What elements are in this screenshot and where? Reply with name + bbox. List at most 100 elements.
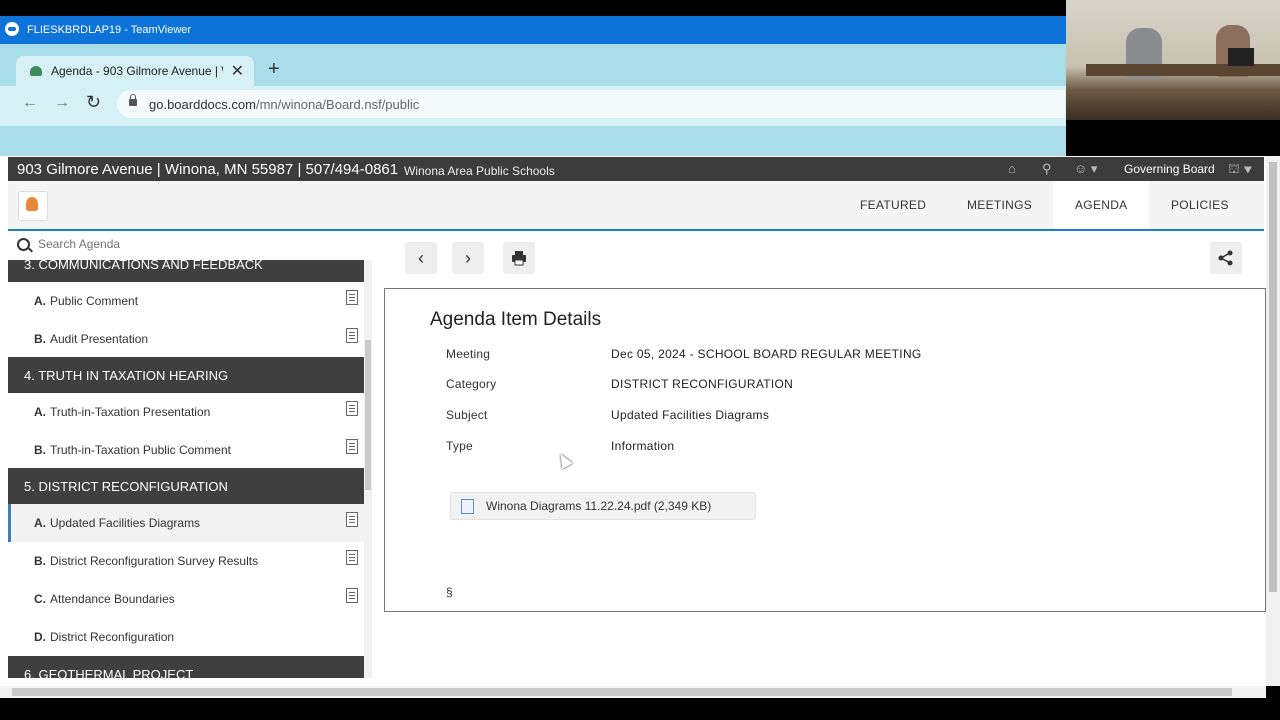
section-title: 5. DISTRICT RECONFIGURATION: [24, 479, 228, 494]
document-icon: [346, 401, 358, 416]
file-icon: [461, 499, 474, 514]
document-icon: [346, 588, 358, 603]
section-header[interactable]: 6. GEOTHERMAL PROJECT: [8, 656, 364, 678]
forward-arrow-icon[interactable]: →: [54, 94, 70, 112]
home-icon[interactable]: ⌂: [1008, 161, 1016, 176]
nav-featured[interactable]: FEATURED: [860, 198, 926, 212]
institution-icon[interactable]: ⛫ ▾: [1228, 161, 1252, 179]
nav-meetings[interactable]: MEETINGS: [967, 198, 1032, 212]
agenda-item-label: B. District Reconfiguration Survey Result…: [34, 554, 258, 568]
agenda-item-label: A. Public Comment: [34, 294, 138, 308]
print-button[interactable]: [503, 242, 535, 274]
page-scrollbar[interactable]: [1266, 156, 1280, 686]
previous-item-button[interactable]: ‹: [405, 242, 437, 274]
document-icon: [346, 290, 358, 305]
close-tab-icon[interactable]: ✕: [231, 61, 244, 81]
nav-agenda[interactable]: AGENDA: [1053, 181, 1150, 229]
section-sign: §: [446, 585, 453, 599]
agenda-item[interactable]: B. Audit Presentation: [8, 320, 364, 359]
details-title: Agenda Item Details: [430, 309, 602, 330]
main-nav: FEATURED MEETINGS AGENDA POLICIES: [8, 181, 1264, 231]
agenda-item[interactable]: A. Truth-in-Taxation Presentation: [8, 393, 364, 432]
user-icon[interactable]: ☺ ▾: [1074, 161, 1097, 177]
agenda-item-label: C. Attendance Boundaries: [34, 592, 175, 606]
site-top-bar: 903 Gilmore Avenue | Winona, MN 55987 | …: [8, 157, 1264, 181]
item-title: Audit Presentation: [50, 332, 149, 346]
item-letter: A.: [34, 294, 46, 308]
document-icon: [346, 550, 358, 565]
agenda-item[interactable]: B. Truth-in-Taxation Public Comment: [8, 431, 364, 470]
type-value: Information: [611, 439, 675, 453]
sidebar-scrollbar[interactable]: [364, 260, 372, 678]
search-icon[interactable]: ⚲: [1042, 161, 1052, 177]
section-header[interactable]: 5. DISTRICT RECONFIGURATION: [8, 468, 364, 504]
lock-icon: [129, 94, 137, 106]
boarddocs-page: 903 Gilmore Avenue | Winona, MN 55987 | …: [0, 156, 1280, 686]
document-icon: [346, 512, 358, 527]
section-title: 3. COMMUNICATIONS AND FEEDBACK: [24, 260, 263, 272]
site-favicon-icon: [30, 66, 42, 76]
governing-board-menu[interactable]: Governing Board: [1124, 162, 1215, 176]
url-text: go.boarddocs.com/mn/winona/Board.nsf/pub…: [149, 97, 419, 112]
nav-policies[interactable]: POLICIES: [1171, 198, 1229, 212]
share-button[interactable]: [1210, 242, 1242, 274]
meeting-video-thumbnail: [1066, 0, 1280, 120]
item-letter: A.: [34, 516, 46, 530]
scrollbar-thumb[interactable]: [1269, 162, 1277, 592]
document-icon: [346, 328, 358, 343]
url-host: go.boarddocs.com: [149, 97, 256, 112]
school-name: Winona Area Public Schools: [404, 164, 555, 178]
address-row: ← → ↻ go.boarddocs.com/mn/winona/Board.n…: [0, 86, 1066, 126]
search-agenda-input[interactable]: [36, 236, 360, 252]
share-icon: [1218, 250, 1233, 266]
meeting-value: Dec 05, 2024 - SCHOOL BOARD REGULAR MEET…: [611, 347, 922, 361]
agenda-item-label: B. Audit Presentation: [34, 332, 148, 346]
url-path: /mn/winona/Board.nsf/public: [255, 97, 420, 112]
agenda-item-selected[interactable]: A. Updated Facilities Diagrams: [8, 504, 364, 543]
agenda-item-label: D. District Reconfiguration: [34, 630, 174, 644]
item-title: District Reconfiguration: [50, 630, 175, 644]
type-label: Type: [446, 439, 473, 453]
tab-title: Agenda - 903 Gilmore Avenue | W: [51, 64, 223, 78]
agenda-sidebar: 3. COMMUNICATIONS AND FEEDBACK A. Public …: [8, 260, 364, 678]
item-letter: D.: [34, 630, 46, 644]
teamviewer-titlebar: FLIESKBRDLAP19 - TeamViewer: [0, 16, 1066, 44]
document-icon: [346, 439, 358, 454]
agenda-item[interactable]: A. Public Comment: [8, 282, 364, 321]
item-title: Truth-in-Taxation Public Comment: [50, 443, 231, 457]
address-bar[interactable]: go.boarddocs.com/mn/winona/Board.nsf/pub…: [117, 90, 1065, 118]
section-title: 6. GEOTHERMAL PROJECT: [24, 667, 194, 678]
subject-value: Updated Facilities Diagrams: [611, 408, 770, 422]
back-arrow-icon[interactable]: ←: [22, 94, 38, 112]
item-title: Public Comment: [50, 294, 139, 308]
section-header[interactable]: 4. TRUTH IN TAXATION HEARING: [8, 357, 364, 393]
district-logo[interactable]: [18, 191, 48, 221]
subject-label: Subject: [446, 408, 488, 422]
section-header[interactable]: 3. COMMUNICATIONS AND FEEDBACK: [8, 260, 364, 282]
agenda-item-details-panel: Agenda Item Details Meeting Dec 05, 2024…: [384, 288, 1266, 612]
new-tab-button[interactable]: +: [268, 58, 280, 81]
item-letter: A.: [34, 405, 46, 419]
agenda-item-label: A. Truth-in-Taxation Presentation: [34, 405, 210, 419]
horizontal-scrollbar[interactable]: [0, 686, 1266, 698]
item-title: District Reconfiguration Survey Results: [50, 554, 259, 568]
attachment-name: Winona Diagrams 11.22.24.pdf (2,349 KB): [486, 499, 712, 513]
item-title: Attendance Boundaries: [50, 592, 175, 606]
search-icon: [17, 238, 30, 251]
video-laptop: [1228, 48, 1254, 66]
reload-icon[interactable]: ↻: [86, 92, 101, 113]
agenda-item[interactable]: D. District Reconfiguration: [8, 618, 364, 657]
scrollbar-thumb[interactable]: [365, 340, 371, 490]
agenda-item[interactable]: C. Attendance Boundaries: [8, 580, 364, 619]
scrollbar-thumb[interactable]: [12, 688, 1232, 696]
agenda-item-label: A. Updated Facilities Diagrams: [34, 516, 200, 530]
teamviewer-title: FLIESKBRDLAP19 - TeamViewer: [27, 24, 192, 36]
attachment-link[interactable]: Winona Diagrams 11.22.24.pdf (2,349 KB): [450, 492, 756, 520]
item-title: Truth-in-Taxation Presentation: [50, 405, 211, 419]
next-item-button[interactable]: ›: [452, 242, 484, 274]
section-title: 4. TRUTH IN TAXATION HEARING: [24, 368, 229, 383]
agenda-item[interactable]: B. District Reconfiguration Survey Result…: [8, 542, 364, 581]
category-label: Category: [446, 377, 497, 391]
browser-tab[interactable]: Agenda - 903 Gilmore Avenue | W ✕: [16, 56, 254, 86]
teamviewer-icon: [5, 22, 19, 36]
